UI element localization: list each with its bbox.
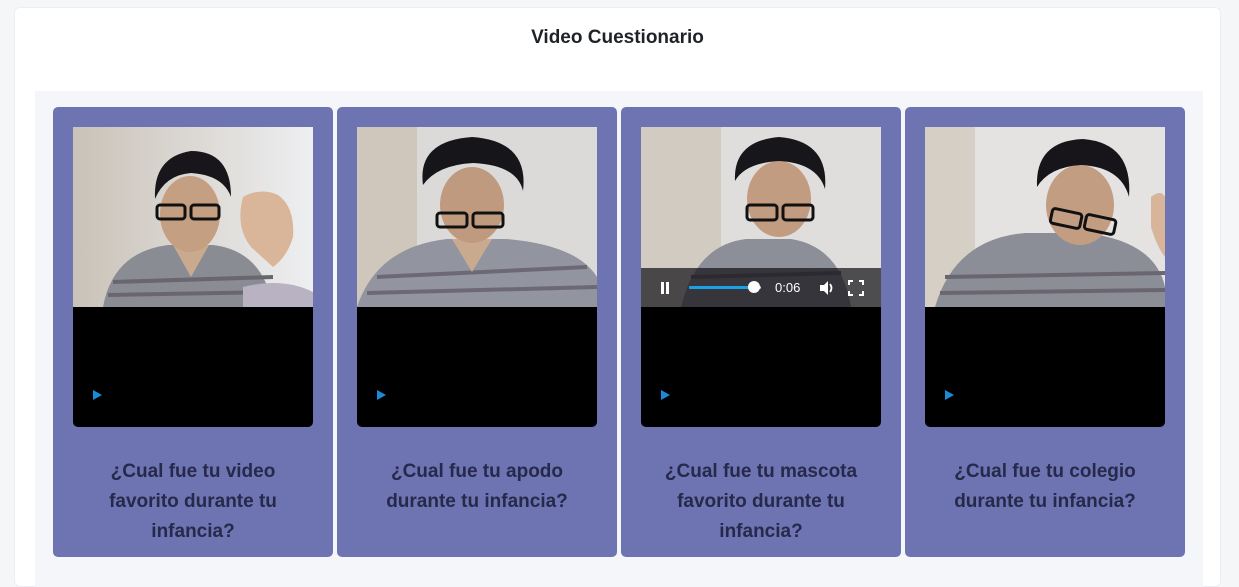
video-frame-thumbnail	[73, 127, 313, 307]
video-player[interactable]	[925, 127, 1165, 427]
video-card: 0:06 ¿Cual fue tu mascota favorito duran…	[621, 107, 901, 557]
video-player[interactable]: 0:06	[641, 127, 881, 427]
video-questionnaire-panel: Video Cuestionario ¿Cual fue tu video fa…	[14, 7, 1221, 587]
play-icon[interactable]	[945, 390, 954, 400]
fullscreen-icon[interactable]	[848, 280, 864, 296]
question-text: ¿Cual fue tu colegio durante tu infancia…	[954, 461, 1136, 512]
video-frame-thumbnail	[925, 127, 1165, 307]
video-card: ¿Cual fue tu apodo durante tu infancia?	[337, 107, 617, 557]
play-icon[interactable]	[93, 390, 102, 400]
page-title: Video Cuestionario	[531, 27, 704, 48]
volume-icon[interactable]	[818, 279, 836, 297]
question-text: ¿Cual fue tu mascota favorito durante tu…	[664, 461, 858, 542]
question-text: ¿Cual fue tu apodo durante tu infancia?	[386, 461, 568, 512]
video-player[interactable]	[73, 127, 313, 427]
play-icon[interactable]	[661, 390, 670, 400]
seek-thumb[interactable]	[747, 281, 760, 293]
video-card-strip: ¿Cual fue tu video favorito durante tu i…	[35, 91, 1203, 587]
video-card: ¿Cual fue tu video favorito durante tu i…	[53, 107, 333, 557]
question-text: ¿Cual fue tu video favorito durante tu i…	[109, 461, 277, 542]
video-controls-bar: 0:06	[641, 268, 881, 307]
seek-progress	[689, 286, 754, 289]
video-player[interactable]	[357, 127, 597, 427]
video-card: ¿Cual fue tu colegio durante tu infancia…	[905, 107, 1185, 557]
time-display: 0:06	[775, 280, 801, 295]
seek-bar[interactable]	[689, 281, 761, 293]
pause-icon[interactable]	[660, 282, 670, 294]
play-icon[interactable]	[377, 390, 386, 400]
video-frame-thumbnail	[357, 127, 597, 307]
